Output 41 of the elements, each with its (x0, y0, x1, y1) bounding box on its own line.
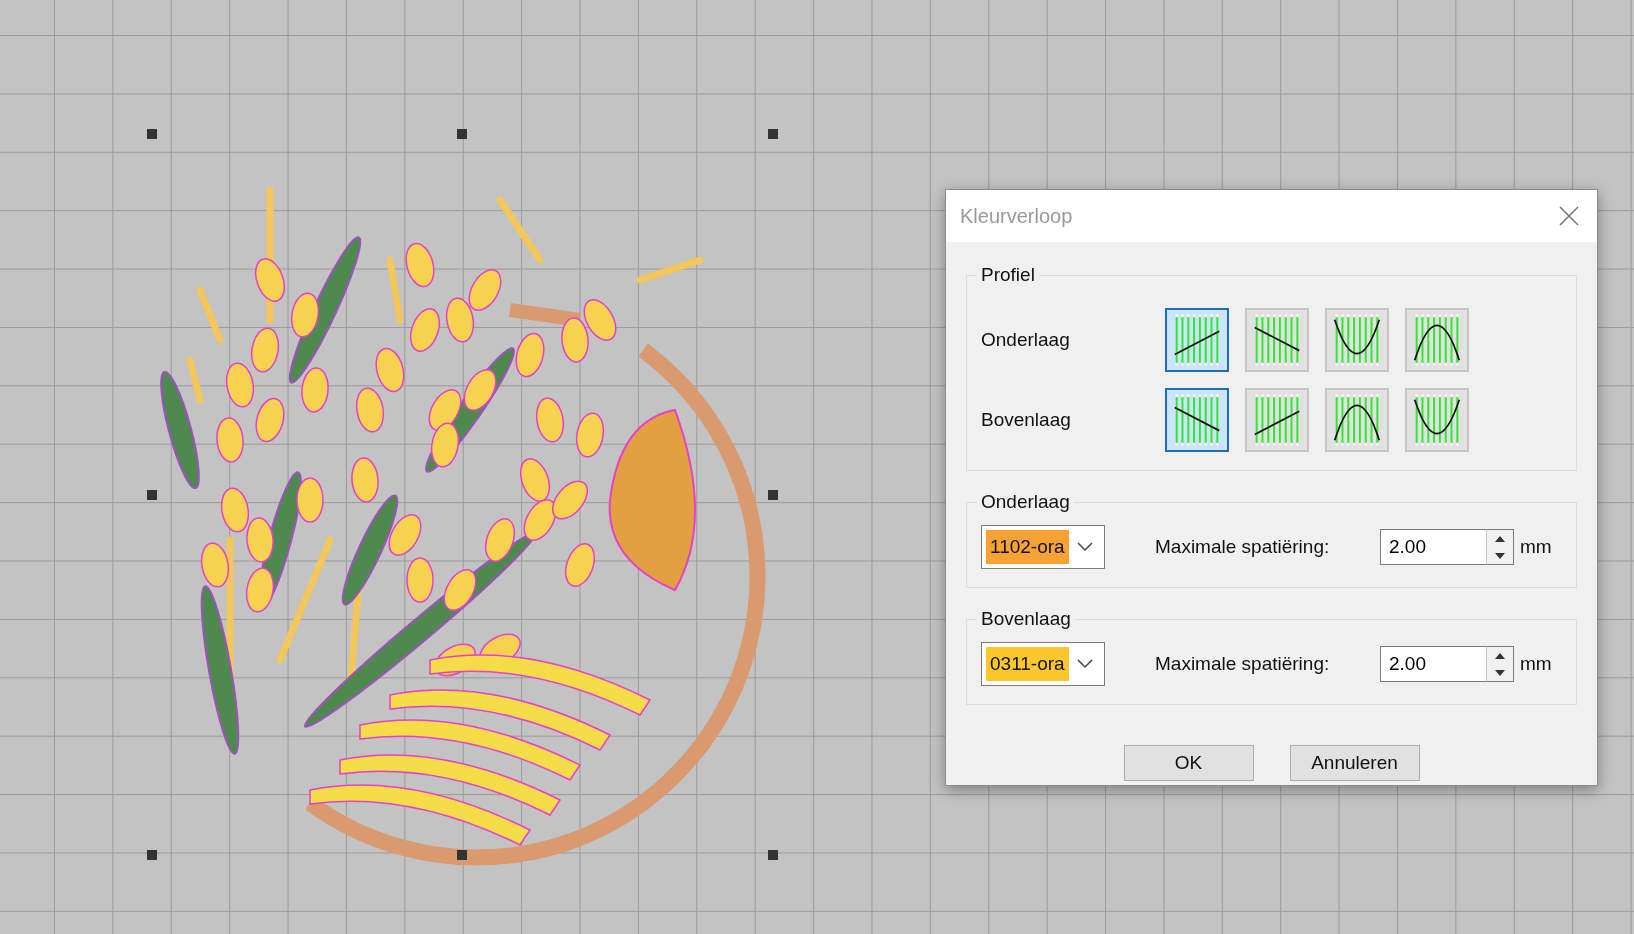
profile-option[interactable] (1405, 388, 1469, 452)
spin-up-button[interactable] (1487, 647, 1513, 664)
selection-handle[interactable] (147, 490, 157, 500)
unit-label: mm (1520, 536, 1552, 558)
cancel-button[interactable]: Annuleren (1289, 745, 1420, 781)
triangle-down-icon (1495, 669, 1505, 676)
spacing-field[interactable]: 2.00 (1380, 646, 1486, 682)
selection-handle[interactable] (147, 850, 157, 860)
row-label: Bovenlaag (981, 409, 1072, 431)
color-dropdown[interactable]: 0311-ora (981, 642, 1105, 686)
spin-down-button[interactable] (1487, 547, 1513, 564)
window-title: Kleurverloop (960, 204, 1073, 228)
selection-handle[interactable] (768, 129, 778, 139)
selection-handle[interactable] (457, 850, 467, 860)
color-dropdown[interactable]: 1102-ora (981, 525, 1105, 569)
triangle-down-icon (1495, 552, 1505, 559)
spacing-field[interactable]: 2.00 (1380, 529, 1486, 565)
selection-handle[interactable] (457, 129, 467, 139)
group-title: Bovenlaag (980, 608, 1072, 630)
chevron-down-icon (1076, 659, 1093, 669)
triangle-up-icon (1495, 652, 1505, 659)
spin-down-button[interactable] (1487, 664, 1513, 681)
triangle-up-icon (1495, 535, 1505, 542)
row-label: Onderlaag (981, 329, 1071, 351)
color-swatch: 1102-ora (986, 530, 1069, 564)
profile-option[interactable] (1405, 308, 1469, 372)
field-label: Maximale spatiëring: (1155, 653, 1331, 675)
group-title: Profiel (980, 264, 1036, 286)
selection-handle[interactable] (147, 129, 157, 139)
field-label: Maximale spatiëring: (1155, 536, 1331, 558)
profile-option[interactable] (1325, 308, 1389, 372)
selection-handle[interactable] (768, 490, 778, 500)
group-title: Onderlaag (980, 491, 1071, 513)
unit-label: mm (1520, 653, 1552, 675)
profile-option[interactable] (1325, 388, 1389, 452)
ok-button[interactable]: OK (1123, 745, 1254, 781)
color-swatch: 0311-ora (986, 647, 1069, 681)
selection-handle[interactable] (768, 850, 778, 860)
chevron-down-icon (1076, 542, 1093, 552)
spin-up-button[interactable] (1487, 530, 1513, 547)
close-icon (1559, 206, 1579, 226)
